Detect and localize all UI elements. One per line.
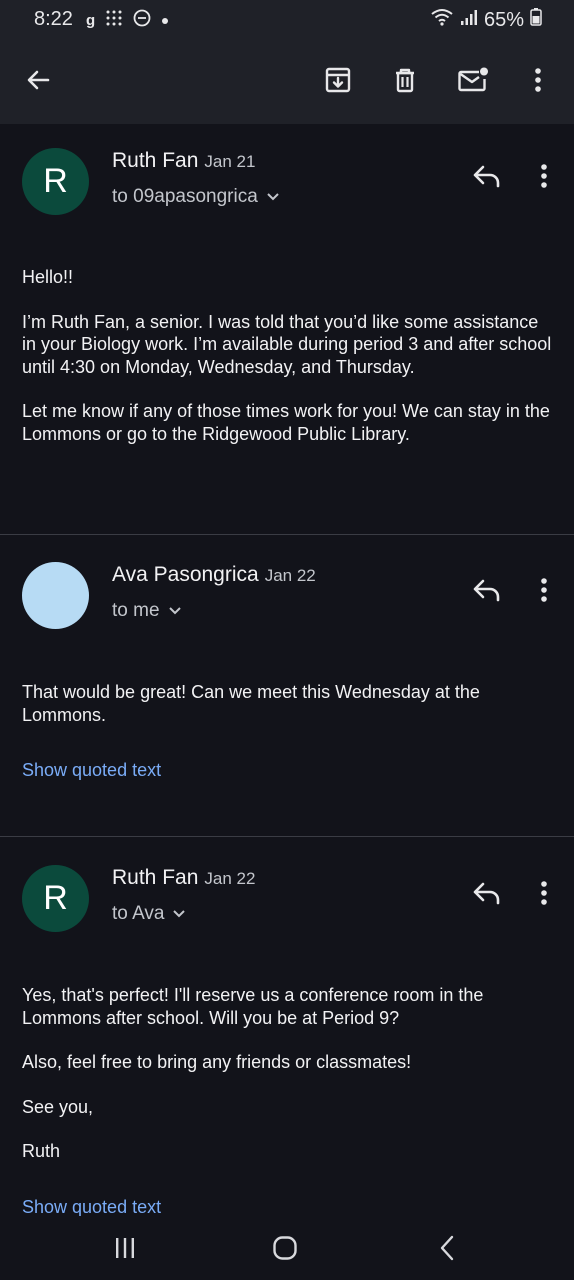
chevron-down-icon (266, 186, 280, 208)
sender-name[interactable]: Ruth Fan (112, 149, 198, 172)
recipient-label: to 09apasongrica (112, 186, 258, 207)
avatar[interactable] (22, 562, 89, 629)
more-vert-icon[interactable] (524, 570, 564, 610)
message-paragraph: See you, (22, 1096, 94, 1117)
recipient-label: to me (112, 600, 160, 621)
message-2: Ava Pasongrica Jan 22 to me That would be… (0, 535, 574, 835)
sender-name[interactable]: Ruth Fan (112, 866, 198, 889)
message-date: Jan 22 (204, 869, 256, 888)
home-icon[interactable] (261, 1230, 309, 1266)
more-vert-icon[interactable] (524, 873, 564, 913)
battery-percent: 65% (483, 8, 524, 31)
message-paragraph: Also, feel free to bring any friends or … (22, 1052, 412, 1072)
signal-icon (460, 8, 478, 32)
wifi-icon (430, 8, 454, 32)
notification-dot-icon (161, 12, 169, 30)
status-bar: 8:22 g 65% (0, 0, 574, 40)
message-date: Jan 22 (264, 566, 316, 585)
recent-apps-icon[interactable] (101, 1230, 149, 1266)
do-not-disturb-icon (133, 9, 151, 32)
grid-dots-icon (105, 9, 123, 32)
message-paragraph: Let me know if any of those times work f… (22, 401, 550, 444)
app-bar (0, 40, 574, 124)
message-1: R Ruth Fan Jan 21 to 09apasongrica Hello!… (0, 124, 574, 534)
message-paragraph: Hello!! (22, 267, 74, 287)
message-paragraph: That would be great! Can we meet this We… (22, 682, 480, 725)
recipient-toggle[interactable]: to 09apasongrica (112, 186, 280, 208)
archive-icon[interactable] (316, 58, 360, 102)
battery-icon (530, 8, 542, 32)
message-body: That would be great! Can we meet this We… (22, 681, 556, 748)
avatar[interactable]: R (22, 865, 89, 932)
message-body: Hello!! I’m Ruth Fan, a senior. I was to… (22, 266, 556, 467)
mark-unread-icon[interactable] (451, 58, 495, 102)
more-vert-icon[interactable] (516, 58, 560, 102)
back-arrow-icon[interactable] (16, 58, 60, 102)
avatar[interactable]: R (22, 148, 89, 215)
recipient-toggle[interactable]: to me (112, 600, 182, 622)
message-paragraph: Ruth (22, 1141, 61, 1161)
message-body: Yes, that's perfect! I'll reserve us a c… (22, 984, 556, 1185)
sender-name[interactable]: Ava Pasongrica (112, 563, 259, 586)
show-quoted-text-link[interactable]: Show quoted text (22, 1197, 161, 1218)
reply-icon[interactable] (466, 570, 506, 610)
google-g-icon: g (86, 12, 96, 29)
message-paragraph: Yes, that's perfect! I'll reserve us a c… (22, 985, 484, 1028)
reply-icon[interactable] (466, 873, 506, 913)
back-nav-icon[interactable] (423, 1230, 471, 1266)
chevron-down-icon (168, 600, 182, 622)
more-vert-icon[interactable] (524, 156, 564, 196)
message-paragraph: I’m Ruth Fan, a senior. I was told that … (22, 311, 552, 377)
chevron-down-icon (172, 903, 186, 925)
system-nav-bar (0, 1216, 574, 1280)
reply-icon[interactable] (466, 156, 506, 196)
delete-icon[interactable] (383, 58, 427, 102)
status-time: 8:22 (34, 8, 73, 30)
message-3: R Ruth Fan Jan 22 to Ava Yes, that's perf… (0, 837, 574, 1217)
recipient-label: to Ava (112, 903, 165, 924)
recipient-toggle[interactable]: to Ava (112, 903, 186, 925)
message-date: Jan 21 (204, 152, 256, 171)
show-quoted-text-link[interactable]: Show quoted text (22, 760, 161, 781)
